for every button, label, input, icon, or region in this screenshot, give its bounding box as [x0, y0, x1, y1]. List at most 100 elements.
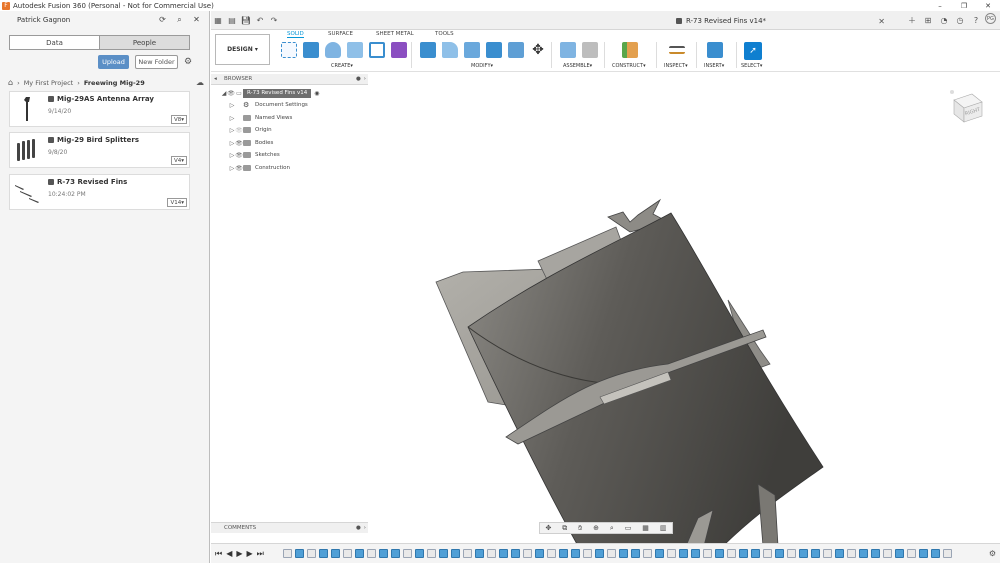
maximize-button[interactable]: ❐ [952, 2, 976, 10]
timeline-sketch-icon[interactable] [607, 549, 616, 558]
timeline-feature-icon[interactable] [895, 549, 904, 558]
timeline-sketch-icon[interactable] [847, 549, 856, 558]
tab-solid[interactable]: SOLID [287, 31, 304, 38]
timeline-feature-icon[interactable] [775, 549, 784, 558]
timeline-feature-icon[interactable] [511, 549, 520, 558]
timeline-feature-icon[interactable] [739, 549, 748, 558]
tab-people[interactable]: People [100, 36, 189, 49]
combine-icon[interactable] [508, 42, 524, 58]
tree-item-origin[interactable]: ▷ 👁︎ Origin [211, 124, 368, 136]
timeline-feature-icon[interactable] [475, 549, 484, 558]
search-icon[interactable]: ⌕ [171, 15, 188, 25]
timeline-feature-icon[interactable] [655, 549, 664, 558]
tree-item-document-settings[interactable]: ▷ ⚙ Document Settings [211, 99, 368, 111]
user-name[interactable]: Patrick Gagnon [17, 16, 154, 24]
expand-arrow-icon[interactable]: ▷ [229, 115, 235, 122]
timeline-sketch-icon[interactable] [643, 549, 652, 558]
visibility-eye-icon[interactable]: 👁︎ [235, 152, 243, 159]
play-icon[interactable]: ▶ [236, 549, 242, 559]
collapse-arrow-icon[interactable]: ◂ [214, 76, 217, 82]
press-pull-icon[interactable] [420, 42, 436, 58]
extensions-icon[interactable]: ⊞ [921, 13, 935, 27]
revolve-icon[interactable] [325, 42, 341, 58]
help-icon[interactable]: ? [969, 13, 983, 27]
select-menu[interactable]: SELECT▾ [741, 63, 762, 69]
version-badge[interactable]: V8 ▾ [170, 115, 187, 124]
timeline-feature-icon[interactable] [535, 549, 544, 558]
chamfer-icon[interactable] [464, 42, 480, 58]
timeline-sketch-icon[interactable] [547, 549, 556, 558]
timeline-feature-icon[interactable] [619, 549, 628, 558]
canvas-viewport[interactable]: RIGHT [368, 72, 1000, 547]
timeline-sketch-icon[interactable] [943, 549, 952, 558]
close-panel-icon[interactable]: ✕ [188, 15, 205, 24]
timeline-sketch-icon[interactable] [907, 549, 916, 558]
fit-icon[interactable]: ⌕ [610, 524, 614, 533]
tree-item-sketches[interactable]: ▷ 👁︎ Sketches [211, 149, 368, 161]
go-to-start-icon[interactable]: ⏮ [215, 549, 222, 559]
timeline-sketch-icon[interactable] [367, 549, 376, 558]
pin-icon[interactable]: ● [356, 525, 364, 531]
timeline-feature-icon[interactable] [319, 549, 328, 558]
minimize-button[interactable]: – [928, 2, 952, 10]
timeline-sketch-icon[interactable] [823, 549, 832, 558]
timeline-sketch-icon[interactable] [523, 549, 532, 558]
orbit-icon[interactable]: ✥ [545, 524, 551, 532]
timeline-sketch-icon[interactable] [883, 549, 892, 558]
timeline-feature-icon[interactable] [439, 549, 448, 558]
timeline-feature-icon[interactable] [379, 549, 388, 558]
tab-tools[interactable]: TOOLS [435, 31, 454, 37]
select-cursor-icon[interactable]: ➚ [744, 42, 762, 60]
new-component-icon[interactable] [560, 42, 576, 58]
timeline-feature-icon[interactable] [571, 549, 580, 558]
timeline-feature-icon[interactable] [835, 549, 844, 558]
activate-radio-icon[interactable]: ◉ [314, 90, 319, 97]
go-to-end-icon[interactable]: ⏭ [257, 549, 264, 559]
rectangular-pattern-icon[interactable] [369, 42, 385, 58]
create-sketch-icon[interactable] [281, 42, 297, 58]
home-view-icon[interactable] [950, 90, 954, 94]
construct-menu[interactable]: CONSTRUCT▾ [612, 63, 646, 69]
timeline-sketch-icon[interactable] [703, 549, 712, 558]
home-icon[interactable]: ⌂ [8, 78, 13, 87]
close-tab-icon[interactable]: ✕ [878, 17, 885, 26]
expand-panel-icon[interactable]: › [364, 525, 368, 531]
timeline-sketch-icon[interactable] [583, 549, 592, 558]
timeline-feature-icon[interactable] [679, 549, 688, 558]
file-card[interactable]: Mig-29AS Antenna Array 9/14/20 V8 ▾ [9, 91, 190, 127]
step-back-icon[interactable]: ◀ [226, 549, 232, 559]
timeline-sketch-icon[interactable] [667, 549, 676, 558]
pan-hand-icon[interactable]: ✋︎ [578, 524, 582, 533]
job-status-icon[interactable]: ◔ [937, 13, 951, 27]
timeline-sketch-icon[interactable] [487, 549, 496, 558]
timeline-feature-icon[interactable] [451, 549, 460, 558]
apps-grid-icon[interactable]: ▦ [211, 13, 225, 27]
pin-icon[interactable]: ● [356, 76, 364, 82]
workspace-switcher[interactable]: DESIGN ▾ [215, 34, 270, 65]
step-forward-icon[interactable]: ▶ [247, 549, 253, 559]
expand-arrow-icon[interactable]: ▷ [229, 102, 235, 109]
tab-surface[interactable]: SURFACE [328, 31, 353, 37]
modify-menu[interactable]: MODIFY▾ [471, 63, 493, 69]
tree-root[interactable]: ◢ 👁︎ ▭ R-73 Revised Fins v14 ◉ [211, 87, 368, 99]
timeline-sketch-icon[interactable] [787, 549, 796, 558]
visibility-eye-icon[interactable]: 👁︎ [235, 140, 243, 147]
new-tab-icon[interactable]: ＋ [905, 13, 919, 27]
breadcrumb-project[interactable]: My First Project [24, 79, 74, 87]
timeline-sketch-icon[interactable] [343, 549, 352, 558]
timeline-settings-icon[interactable]: ⚙ [989, 549, 996, 558]
hole-icon[interactable] [347, 42, 363, 58]
save-icon[interactable]: 💾︎ [239, 13, 253, 27]
document-tab[interactable]: R-73 Revised Fins v14* ✕ [551, 14, 891, 28]
notifications-icon[interactable]: ◷ [953, 13, 967, 27]
close-button[interactable]: ✕ [976, 2, 1000, 10]
timeline-feature-icon[interactable] [811, 549, 820, 558]
timeline-feature-icon[interactable] [355, 549, 364, 558]
timeline-feature-icon[interactable] [799, 549, 808, 558]
undo-icon[interactable]: ↶ [253, 13, 267, 27]
tab-sheet-metal[interactable]: SHEET METAL [376, 31, 414, 37]
version-badge[interactable]: V4 ▾ [170, 156, 187, 165]
timeline-feature-icon[interactable] [691, 549, 700, 558]
viewports-icon[interactable]: ▥ [660, 524, 667, 532]
inspect-menu[interactable]: INSPECT▾ [664, 63, 688, 69]
